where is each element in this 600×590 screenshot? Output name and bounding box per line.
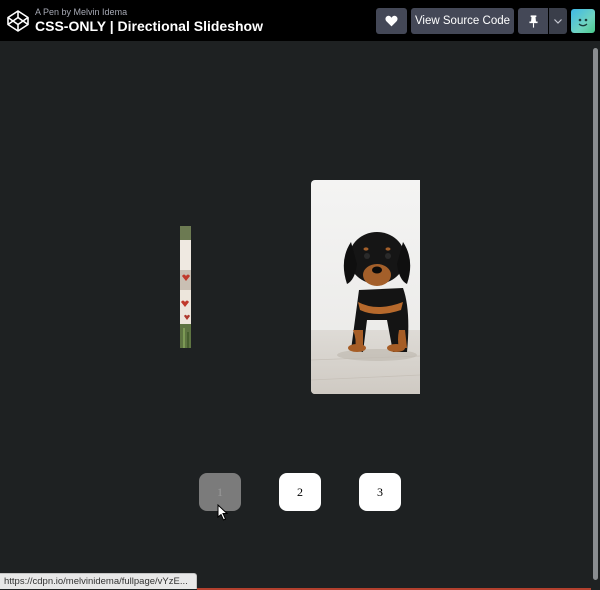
view-source-button[interactable]: View Source Code [411,8,514,34]
pin-icon [528,14,538,28]
avatar-face-icon [578,18,588,27]
slide-3-button[interactable]: 3 [359,473,401,511]
slide-2-button[interactable]: 2 [279,473,321,511]
pin-options-button[interactable] [549,8,567,34]
author-prefix: A Pen by [35,7,72,17]
status-bar-url: https://cdpn.io/melvinidema/fullpage/vYz… [0,573,197,589]
pen-title: CSS-ONLY | Directional Slideshow [35,18,263,34]
top-bar: A Pen by Melvin Idema CSS-ONLY | Directi… [0,0,600,41]
user-avatar[interactable] [571,9,595,33]
scrollbar-thumb[interactable] [593,48,598,580]
mouse-cursor-icon [217,504,229,521]
like-button[interactable] [376,8,407,34]
heart-icon [385,15,398,27]
pen-author: A Pen by Melvin Idema [35,7,127,17]
slide-image-2 [311,180,420,394]
slide-image-1 [180,226,191,348]
codepen-logo-icon[interactable] [6,9,30,33]
puppy-hearts-image [180,226,191,348]
chevron-down-icon [554,18,562,24]
pin-button[interactable] [518,8,548,34]
author-name-link[interactable]: Melvin Idema [74,7,128,17]
dachshund-puppy-image [311,180,420,394]
